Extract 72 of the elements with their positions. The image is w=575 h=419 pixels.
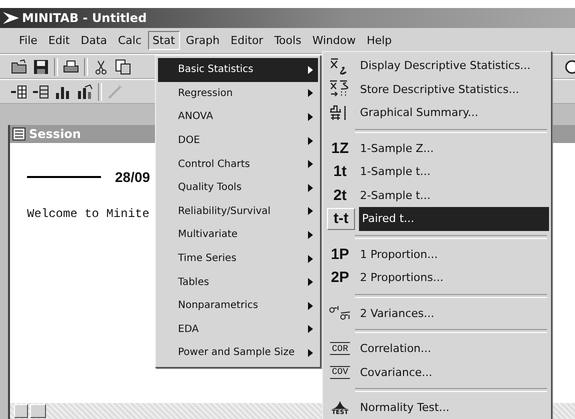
submenu-arrow-icon: [308, 66, 313, 74]
menu-item[interactable]: DOE: [158, 128, 318, 152]
menu-item[interactable]: Control Charts: [158, 152, 318, 176]
submenu-arrow-icon: [308, 136, 313, 145]
scroll-thumb[interactable]: [30, 404, 46, 418]
welcome-text: Welcome to Minite: [27, 207, 150, 221]
statistic-icon: 2t: [327, 185, 353, 206]
menu-item[interactable]: Correlation...: [357, 337, 549, 360]
menu-item[interactable]: Graph: [180, 31, 225, 50]
submenu-arrow-icon: [308, 160, 313, 168]
scroll-left-button[interactable]: [14, 404, 28, 418]
sigma-ratio-icon: [328, 304, 352, 322]
menu-item[interactable]: Nonparametrics: [158, 294, 318, 318]
document-icon: [12, 127, 26, 141]
submenu-arrow-icon: [308, 89, 313, 98]
submenu-arrow-icon: [308, 230, 313, 239]
menu-item[interactable]: Calc: [113, 31, 147, 50]
submenu-arrow-icon: [308, 254, 313, 263]
menu-item[interactable]: 1 Proportion...: [357, 242, 549, 266]
folder-icon[interactable]: [10, 58, 28, 76]
menu-item[interactable]: Display Descriptive Statistics...: [357, 54, 549, 78]
statistic-icon: 1Z: [327, 138, 353, 158]
submenu-arrow-icon: [308, 278, 313, 286]
session-title: Session: [29, 127, 81, 141]
menu-item[interactable]: 2 Proportions...: [357, 266, 549, 290]
app-logo-icon: [3, 12, 19, 24]
submenu-arrow-icon: [308, 184, 313, 192]
menu-item[interactable]: Paired t...: [359, 207, 549, 230]
menu-item[interactable]: 1-Sample Z...: [357, 136, 549, 160]
menu-item[interactable]: Multivariate: [158, 223, 318, 247]
menu-item[interactable]: Editor: [226, 31, 268, 50]
insert-columns-icon[interactable]: [32, 82, 50, 100]
menu-item[interactable]: 1-Sample t...: [357, 160, 549, 184]
menu-item[interactable]: Normality Test...: [357, 396, 549, 419]
chart-edit-icon[interactable]: [76, 82, 94, 100]
menu-item[interactable]: File: [14, 31, 42, 50]
menu-item[interactable]: Graphical Summary...: [357, 101, 549, 124]
submenu-arrow-icon: [308, 112, 313, 121]
statistic-icon: 1P: [327, 244, 353, 264]
menu-item[interactable]: 2-Sample t...: [357, 184, 549, 207]
menu-item[interactable]: Tools: [269, 31, 306, 50]
submenu-arrow-icon: [308, 348, 313, 357]
menu-item[interactable]: Quality Tools: [158, 176, 318, 200]
bell-curve-icon: [330, 400, 350, 409]
menu-item[interactable]: Regression: [158, 82, 318, 106]
menu-item[interactable]: 2 Variances...: [357, 302, 549, 325]
submenu-arrow-icon: [308, 302, 313, 310]
menu-item[interactable]: Covariance...: [357, 360, 549, 384]
menu-item[interactable]: ANOVA: [158, 105, 318, 129]
menu-item[interactable]: Store Descriptive Statistics...: [357, 78, 549, 101]
insert-rows-icon[interactable]: [10, 82, 28, 100]
statistic-icon: 1t: [327, 162, 353, 182]
menu-item[interactable]: Data: [76, 31, 112, 50]
session-date: 28/09: [115, 169, 150, 185]
floppy-icon[interactable]: [32, 58, 50, 76]
submenu-arrow-icon: [308, 207, 313, 216]
printer-icon[interactable]: [62, 58, 80, 76]
menu-item[interactable]: Power and Sample Size: [158, 341, 318, 365]
menu-item[interactable]: Window: [307, 31, 361, 50]
menu-item[interactable]: Edit: [43, 31, 75, 50]
submenu-arrow-icon: [308, 325, 313, 334]
window-title: MINITAB - Untitled: [22, 11, 147, 25]
menu-item[interactable]: Time Series: [158, 246, 318, 270]
statistic-icon: t-t: [327, 208, 355, 230]
statistic-icon: 2P: [327, 268, 353, 288]
copy-icon[interactable]: [114, 58, 132, 76]
menu-item[interactable]: Basic Statistics: [158, 58, 318, 82]
menu-item[interactable]: EDA: [158, 318, 318, 342]
menu-item[interactable]: Help: [362, 31, 397, 50]
menu-item[interactable]: Stat: [148, 31, 180, 50]
menu-item[interactable]: Tables: [158, 270, 318, 294]
menu-item[interactable]: Reliability/Survival: [158, 200, 318, 224]
